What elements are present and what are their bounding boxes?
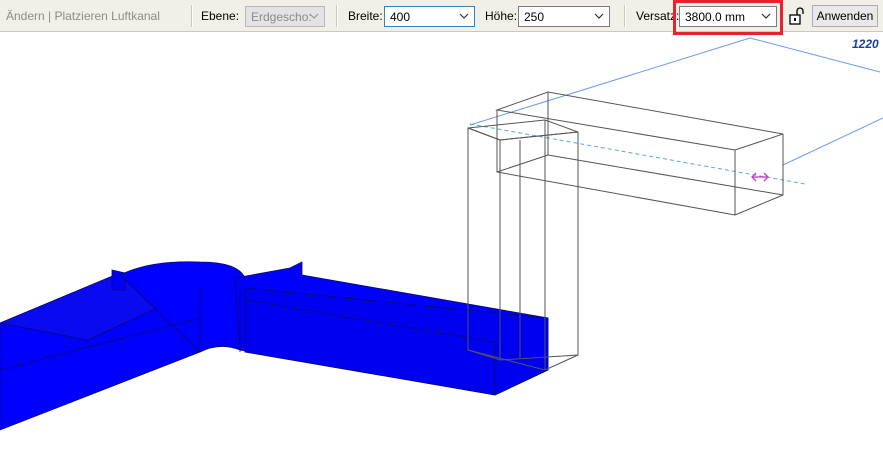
apply-button[interactable]: Anwenden (812, 5, 878, 27)
chevron-down-icon[interactable] (593, 10, 605, 22)
lock-icon[interactable] (787, 6, 807, 26)
placed-duct[interactable] (0, 261, 549, 431)
dimension-value[interactable]: 1220 (852, 37, 879, 51)
separator (191, 5, 193, 27)
level-value: Erdgescho: (251, 10, 312, 24)
separator (336, 5, 338, 27)
width-dropdown[interactable]: 400 (384, 6, 475, 27)
level-dropdown: Erdgescho: (245, 6, 325, 27)
status-text: Ändern | Platzieren Luftkanal (6, 9, 160, 23)
chevron-down-icon[interactable] (458, 10, 470, 22)
level-label: Ebene: (201, 9, 240, 23)
resize-grip-icon[interactable] (751, 172, 769, 182)
separator (624, 5, 626, 27)
width-value: 400 (390, 10, 411, 24)
height-label: Höhe: (485, 9, 518, 23)
options-bar: Ändern | Platzieren Luftkanal Ebene: Erd… (0, 0, 883, 35)
height-value: 250 (524, 10, 545, 24)
height-dropdown[interactable]: 250 (518, 6, 610, 27)
3d-viewport[interactable] (0, 0, 883, 453)
chevron-down-icon (309, 13, 319, 19)
highlight-box (673, 0, 783, 35)
width-label: Breite: (348, 9, 383, 23)
dimension-lines (469, 37, 883, 185)
